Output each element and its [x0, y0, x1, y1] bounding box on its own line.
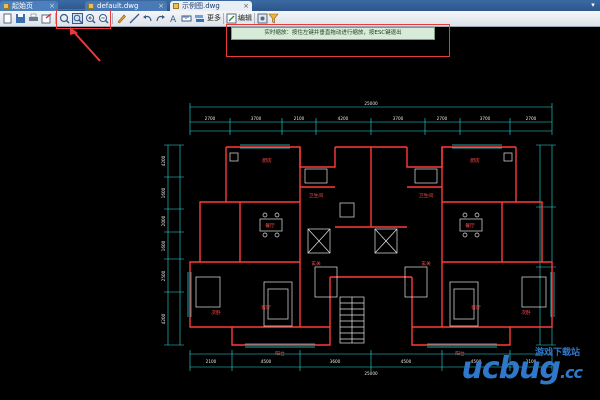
room-label: 卫生间 [419, 192, 434, 199]
close-tab-icon[interactable]: × [158, 1, 164, 11]
toolbar-separator [112, 13, 113, 24]
room-label: 客厅 [261, 304, 271, 311]
save-icon[interactable] [15, 13, 26, 24]
close-tab-icon[interactable]: × [243, 1, 249, 11]
dim-label: 4200 [338, 116, 349, 121]
dim-label: 3700 [393, 116, 404, 121]
dim-label: 2100 [294, 116, 305, 121]
dim-label: 4500 [261, 359, 272, 364]
room-label: 玄关 [421, 260, 431, 267]
dimension-labels: 25000 2700 3700 2100 4200 3700 2700 3700… [205, 101, 537, 376]
home-icon [3, 3, 9, 9]
dim-label: 2700 [526, 116, 537, 121]
drawing-canvas[interactable]: 25000 2700 3700 2100 4200 3700 2700 3700… [0, 27, 600, 400]
room-label: 玄关 [311, 260, 321, 267]
room-label: 厨房 [262, 157, 272, 164]
dim-label: 2700 [437, 116, 448, 121]
tab-example-dwg[interactable]: 示例图.dwg × [170, 1, 252, 11]
close-tab-icon[interactable]: × [49, 1, 55, 11]
dim-label: 4200 [161, 155, 166, 166]
print-icon[interactable] [28, 13, 39, 24]
tab-label: 示例图.dwg [182, 2, 220, 10]
room-label: 次卧 [211, 309, 221, 316]
layers-icon[interactable] [194, 13, 205, 24]
text-tool-icon[interactable]: A [168, 13, 179, 24]
redo-icon[interactable] [155, 13, 166, 24]
walls [189, 146, 553, 346]
dim-label: 2700 [205, 116, 216, 121]
toolbar-separator [223, 13, 224, 24]
filter-icon[interactable] [268, 13, 279, 24]
dim-bottom-total: 25000 [364, 371, 378, 376]
svg-text:A: A [170, 15, 177, 24]
more-button[interactable]: 更多 [207, 13, 221, 24]
edit-button[interactable]: 编辑 [238, 13, 252, 24]
room-label: 厨房 [470, 157, 480, 164]
room-label: 阳台 [275, 350, 285, 357]
cad-viewer-window: 起始页 × default.dwg × 示例图.dwg × ▾ A 更多 编辑 … [0, 0, 600, 400]
dim-label: 2100 [206, 359, 217, 364]
dwg-file-icon [173, 3, 179, 9]
dim-label: 4500 [401, 359, 412, 364]
line-tool-icon[interactable] [129, 13, 140, 24]
dim-top-total: 25000 [364, 101, 378, 106]
watermark-suffix: .cc [559, 363, 583, 382]
dim-label: 3700 [480, 116, 491, 121]
dim-label: 1600 [161, 240, 166, 251]
dim-label: 2500 [161, 270, 166, 281]
room-label: 次卧 [521, 309, 531, 316]
realtime-zoom-tooltip: 实时缩放：按住左键并垂直拖动进行缩放，按ESC键退出 [231, 27, 435, 40]
tab-start-page[interactable]: 起始页 × [0, 1, 58, 11]
edit-mode-icon[interactable] [226, 13, 237, 24]
dim-label: 1600 [161, 187, 166, 198]
dim-label: 3700 [251, 116, 262, 121]
tab-label: 起始页 [12, 2, 33, 10]
window-control-icon[interactable]: ▾ [589, 1, 597, 9]
room-label: 餐厅 [265, 222, 275, 229]
site-watermark: 游戏下载站 ucbug.cc [462, 348, 584, 386]
dimension-lines [164, 103, 556, 371]
room-label: 餐厅 [465, 222, 475, 229]
pen-icon[interactable] [116, 13, 127, 24]
dim-label: 4200 [161, 313, 166, 324]
new-file-icon[interactable] [2, 13, 13, 24]
export-icon[interactable] [41, 13, 52, 24]
floor-plan: 25000 2700 3700 2100 4200 3700 2700 3700… [70, 27, 556, 376]
settings-icon[interactable] [257, 13, 268, 24]
dim-label: 2000 [161, 215, 166, 226]
measure-icon[interactable] [181, 13, 192, 24]
core-elements [307, 202, 398, 344]
dim-label: 3600 [330, 359, 341, 364]
watermark-tag: 游戏下载站 [534, 348, 580, 358]
dimension-labels-vertical: 4200 1600 2000 1600 2500 4200 [161, 155, 166, 324]
room-label: 客厅 [471, 304, 481, 311]
room-label: 卫生间 [309, 192, 324, 199]
zoom-tools-highlight [56, 9, 111, 29]
undo-icon[interactable] [142, 13, 153, 24]
annotation-arrow [70, 27, 101, 62]
toolbar-separator [254, 13, 255, 24]
